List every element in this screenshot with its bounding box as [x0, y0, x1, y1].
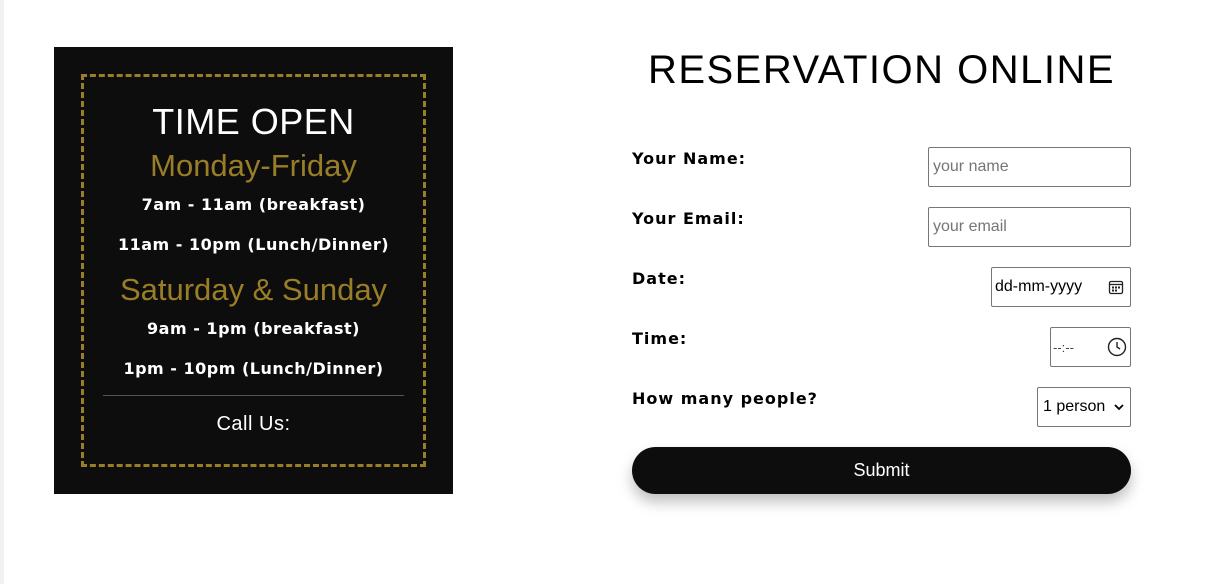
- submit-button[interactable]: Submit: [632, 447, 1131, 494]
- email-input[interactable]: [928, 207, 1131, 247]
- chevron-down-icon: [1114, 404, 1124, 411]
- opening-hours-panel: TIME OPEN Monday-Friday 7am - 11am (brea…: [54, 47, 453, 494]
- weekday-heading: Monday-Friday: [150, 148, 357, 183]
- weekend-breakfast-hours: 9am - 1pm (breakfast): [147, 319, 360, 338]
- email-label: Your Email:: [632, 209, 745, 228]
- date-label: Date:: [632, 269, 686, 288]
- page: TIME OPEN Monday-Friday 7am - 11am (brea…: [0, 0, 1232, 584]
- weekend-heading: Saturday & Sunday: [119, 272, 388, 307]
- time-input-value: --:--: [1053, 339, 1074, 355]
- call-us-label: Call Us:: [216, 413, 291, 435]
- clock-icon[interactable]: [1107, 337, 1127, 357]
- time-input[interactable]: --:--: [1050, 327, 1131, 367]
- reservation-title: RESERVATION ONLINE: [647, 48, 1116, 92]
- name-input[interactable]: [928, 147, 1131, 187]
- hours-divider: [103, 395, 404, 396]
- people-select[interactable]: 1 person: [1037, 387, 1131, 427]
- people-label: How many people?: [632, 389, 818, 408]
- date-input-value: dd-mm-yyyy: [995, 278, 1083, 295]
- weekday-lunch-dinner-hours: 11am - 10pm (Lunch/Dinner): [117, 235, 390, 254]
- date-input[interactable]: dd-mm-yyyy: [991, 267, 1131, 307]
- weekday-breakfast-hours: 7am - 11am (breakfast): [141, 195, 366, 214]
- time-label: Time:: [632, 329, 688, 348]
- hours-frame: TIME OPEN Monday-Friday 7am - 11am (brea…: [81, 74, 426, 467]
- people-select-value: 1 person: [1043, 398, 1106, 415]
- hours-title: TIME OPEN: [152, 101, 355, 142]
- name-label: Your Name:: [632, 149, 747, 168]
- left-edge: [0, 0, 4, 584]
- weekend-lunch-dinner-hours: 1pm - 10pm (Lunch/Dinner): [123, 359, 384, 378]
- calendar-icon[interactable]: [1107, 278, 1125, 296]
